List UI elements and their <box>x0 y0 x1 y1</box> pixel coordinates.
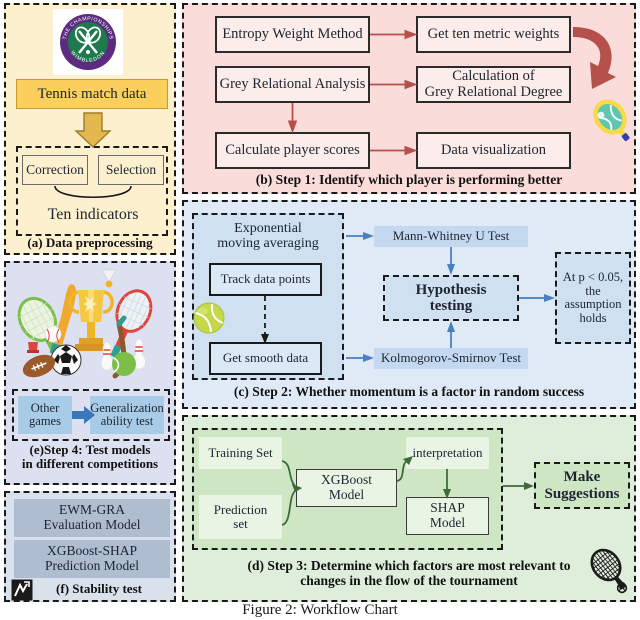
wimbledon-bottom-text: WIMBLEDON <box>69 50 106 64</box>
kolmogorov-smirnov-test-box: Kolmogorov-Smirnov Test <box>374 348 528 369</box>
panel-a-caption: (a) Data preprocessing <box>27 235 153 250</box>
panel-c-step2: Exponential moving averaging Track data … <box>182 200 636 409</box>
hypothesis-testing-box: Hypothesis testing <box>383 275 519 321</box>
ewm-gra-model-box: EWM-GRA Evaluation Model <box>14 499 170 537</box>
panel-e-test-models: Other games Generalization ability test … <box>4 261 176 485</box>
selection-box: Selection <box>98 155 164 185</box>
mann-whitney-test-box: Mann-Whitney U Test <box>374 226 528 247</box>
figure-caption: Figure 2: Workflow Chart <box>242 602 398 618</box>
grey-relational-analysis-box: Grey Relational Analysis <box>215 66 370 103</box>
svg-text:THE CHAMPIONSHIPS: THE CHAMPIONSHIPS <box>62 16 114 40</box>
generalization-label: Generalization ability test <box>90 400 164 428</box>
get-smooth-data-box: Get smooth data <box>209 342 322 375</box>
panel-c-caption: (c) Step 2: Whether momentum is a factor… <box>233 384 585 399</box>
data-visualization-box: Data visualization <box>416 132 571 169</box>
shap-model-box: SHAP Model <box>406 497 489 535</box>
ewm-gra-label: EWM-GRA Evaluation Model <box>43 502 141 532</box>
tennis-ball-icon <box>192 301 226 335</box>
generalization-test-box: Generalization ability test <box>90 396 164 434</box>
grey-relational-degree-box: Calculation of Grey Relational Degree <box>416 66 571 103</box>
panel-a-data-preprocessing: THE CHAMPIONSHIPS WIMBLEDON Tennis match… <box>4 3 176 255</box>
track-data-points-box: Track data points <box>209 263 322 296</box>
wimbledon-top-text: THE CHAMPIONSHIPS <box>62 16 113 40</box>
panel-f-stability-test: EWM-GRA Evaluation Model XGBoost-SHAP Pr… <box>4 491 176 602</box>
training-set-box: Training Set <box>199 437 282 469</box>
tennis-match-data-box: Tennis match data <box>16 79 168 109</box>
panel-e-caption: (e)Step 4: Test models in different comp… <box>21 442 159 472</box>
panel-f-caption: (f) Stability test <box>56 581 142 596</box>
panel-d-caption: (d) Step 3: Determine which factors are … <box>247 558 571 588</box>
calculate-player-scores-box: Calculate player scores <box>215 132 370 169</box>
prediction-set-box: Prediction set <box>199 495 282 539</box>
get-ten-metric-weights-box: Get ten metric weights <box>416 16 571 53</box>
tennis-racket-icon <box>582 97 632 147</box>
svg-text:WIMBLEDON: WIMBLEDON <box>69 50 107 64</box>
other-games-label: Other games <box>29 400 61 428</box>
assumption-holds-box: At p < 0.05, the assumption holds <box>555 252 631 344</box>
wimbledon-logo: THE CHAMPIONSHIPS WIMBLEDON <box>53 9 123 75</box>
xgboost-shap-label: XGBoost-SHAP Prediction Model <box>44 543 140 573</box>
xgboost-model-box: XGBoost Model <box>296 469 397 507</box>
panel-d-step3: Training Set Prediction set XGBoost Mode… <box>182 415 636 602</box>
interpretation-box: interpretation <box>406 437 489 469</box>
correction-box: Correction <box>22 155 88 185</box>
make-suggestions-box: Make Suggestions <box>534 462 630 509</box>
panel-b-step1: Entropy Weight Method Get ten metric wei… <box>182 3 636 194</box>
sports-equipment-collage <box>11 268 171 384</box>
other-games-box: Other games <box>18 396 72 434</box>
exponential-moving-averaging-label: Exponential moving averaging <box>217 220 319 251</box>
xgboost-shap-model-box: XGBoost-SHAP Prediction Model <box>14 540 170 578</box>
entropy-weight-method-box: Entropy Weight Method <box>215 16 370 53</box>
panel-b-caption: (b) Step 1: Identify which player is per… <box>255 172 563 187</box>
ten-indicators-label: Ten indicators <box>47 206 139 224</box>
workflow-figure: THE CHAMPIONSHIPS WIMBLEDON Tennis match… <box>0 0 640 620</box>
